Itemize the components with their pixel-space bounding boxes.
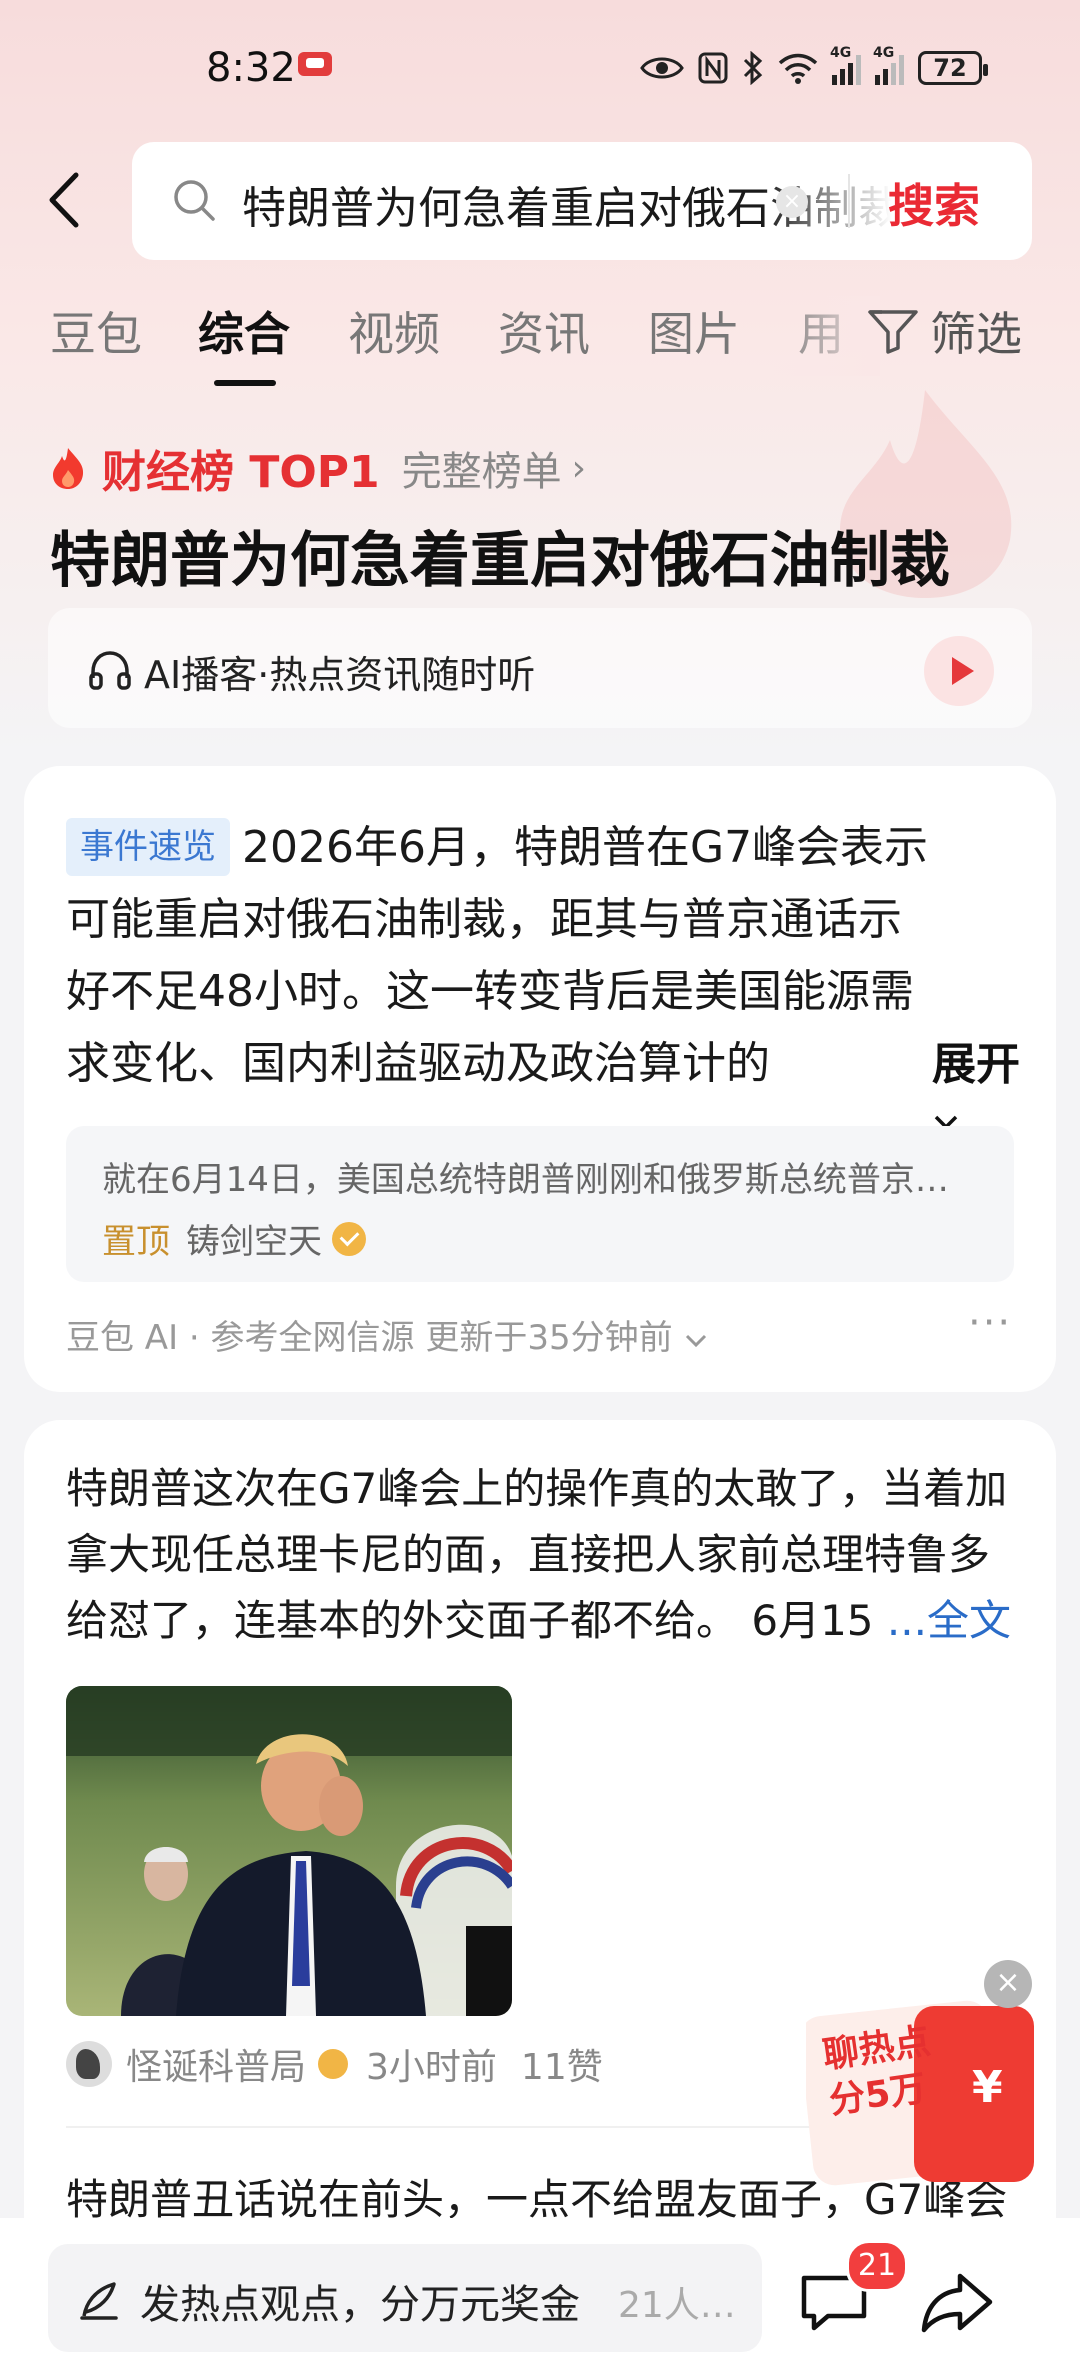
- participant-count: 21人…: [618, 2285, 736, 2326]
- chevron-right-icon: ›: [571, 447, 587, 489]
- active-tab-indicator: [214, 380, 276, 386]
- summary-line-2: 可能重启对俄石油制裁，距其与普京通话示: [66, 894, 902, 945]
- summary-source: 豆包 AI · 参考全网信源 更新于35分钟前: [66, 1318, 673, 1358]
- filter-button[interactable]: 筛选: [868, 298, 1022, 364]
- full-list-link[interactable]: 完整榜单: [402, 439, 562, 497]
- back-arrow-icon[interactable]: [40, 165, 90, 235]
- podcast-label: AI播客·热点资讯随时听: [144, 653, 536, 697]
- network-type-2: 4G: [873, 45, 895, 61]
- battery-level: 72: [933, 54, 967, 82]
- nfc-icon: [698, 52, 728, 84]
- screen-record-icon: [298, 52, 332, 76]
- battery-icon: 72: [918, 51, 988, 85]
- chevron-down-icon: [686, 1334, 707, 1348]
- tab-doubao[interactable]: 豆包: [50, 298, 142, 364]
- expand-label: 展开: [932, 1039, 1020, 1090]
- full-text-link[interactable]: ...全文: [887, 1596, 1011, 1645]
- headphones-icon: [89, 651, 131, 690]
- event-tag: 事件速览: [66, 818, 230, 876]
- rank-title: 财经榜 TOP1: [102, 447, 380, 498]
- share-icon[interactable]: [920, 2270, 994, 2334]
- post-body: 特朗普这次在G7峰会上的操作真的太敢了，当着加拿大现任总理卡尼的面，直接把人家前…: [66, 1464, 1008, 1645]
- clear-search-icon[interactable]: ×: [776, 186, 808, 218]
- comment-count-badge: 21: [846, 2240, 908, 2292]
- search-box[interactable]: 特朗普为何急着重启对俄石油制裁 × 搜索: [132, 142, 1032, 260]
- more-options-icon[interactable]: ···: [968, 1300, 1012, 1346]
- summary-line-1: 2026年6月，特朗普在G7峰会表示: [242, 822, 929, 873]
- search-divider: [848, 174, 850, 228]
- ai-summary-card[interactable]: 事件速览 2026年6月，特朗普在G7峰会表示 可能重启对俄石油制裁，距其与普京通…: [24, 766, 1056, 1392]
- post-author[interactable]: 怪诞科普局: [126, 2038, 306, 2090]
- comment-placeholder: 发热点观点，分万元奖金: [140, 2282, 580, 2328]
- status-bar: 8:32 4G 4G 72: [0, 0, 1080, 130]
- post-meta: 怪诞科普局 3小时前 11赞: [66, 2038, 603, 2090]
- author-avatar[interactable]: [66, 2041, 112, 2087]
- summary-line-3: 好不足48小时。这一转变背后是美国能源需: [66, 966, 914, 1017]
- bottom-bar: 发热点观点，分万元奖金 21人… 21: [0, 2218, 1080, 2376]
- summary-footer[interactable]: 豆包 AI · 参考全网信源 更新于35分钟前: [66, 1310, 709, 1359]
- comment-input[interactable]: 发热点观点，分万元奖金 21人…: [48, 2244, 762, 2352]
- quote-author[interactable]: 铸剑空天: [186, 1214, 322, 1263]
- pinned-quote[interactable]: 就在6月14日，美国总统特朗普刚刚和俄罗斯总统普京通了电话 置顶 铸剑空天: [66, 1126, 1014, 1282]
- filter-label: 筛选: [930, 307, 1022, 361]
- status-time: 8:32: [206, 45, 296, 91]
- tab-news[interactable]: 资讯: [498, 298, 590, 364]
- promo-labels[interactable]: 聊热点 分5万 ¥: [806, 1986, 1042, 2186]
- ai-podcast-bar[interactable]: AI播客·热点资讯随时听: [48, 608, 1032, 728]
- hot-headline[interactable]: 特朗普为何急着重启对俄石油制裁: [50, 512, 950, 599]
- quote-meta: 置顶 铸剑空天: [102, 1214, 366, 1263]
- play-icon[interactable]: [924, 636, 994, 706]
- post-likes: 11赞: [520, 2047, 603, 2088]
- signal-icon-1: 4G: [830, 45, 861, 85]
- bluetooth-icon: [743, 51, 763, 85]
- promo-text: 聊热点 分5万: [820, 2019, 940, 2125]
- filter-icon: [868, 310, 918, 354]
- verified-badge-icon: [318, 2049, 349, 2079]
- quote-text: 就在6月14日，美国总统特朗普刚刚和俄罗斯总统普京通了电话: [102, 1160, 982, 1200]
- status-icons: 4G 4G 72: [640, 45, 988, 90]
- signal-icon-2: 4G: [873, 45, 904, 85]
- flame-icon: [53, 448, 84, 489]
- tab-video[interactable]: 视频: [348, 298, 440, 364]
- search-icon: [174, 180, 215, 221]
- post-text[interactable]: 特朗普这次在G7峰会上的操作真的太敢了，当着加拿大现任总理卡尼的面，直接把人家前…: [66, 1456, 1026, 1654]
- rank-row[interactable]: 财经榜 TOP1 完整榜单 ›: [50, 436, 586, 500]
- close-promo-icon[interactable]: ×: [984, 1960, 1032, 2008]
- eye-icon: [640, 57, 684, 79]
- verified-badge-icon: [332, 1221, 366, 1256]
- network-type-1: 4G: [830, 45, 852, 61]
- search-button[interactable]: 搜索: [888, 170, 980, 236]
- tabs-fade: [770, 296, 880, 376]
- pinned-label: 置顶: [102, 1222, 170, 1262]
- post-time: 3小时前: [366, 2047, 497, 2088]
- pen-icon: [80, 2282, 118, 2320]
- tab-general[interactable]: 综合: [198, 298, 290, 364]
- tab-images[interactable]: 图片: [648, 298, 740, 364]
- wifi-icon: [778, 53, 818, 84]
- post-photo[interactable]: [66, 1686, 512, 2016]
- yen-icon: ¥: [972, 2062, 1003, 2113]
